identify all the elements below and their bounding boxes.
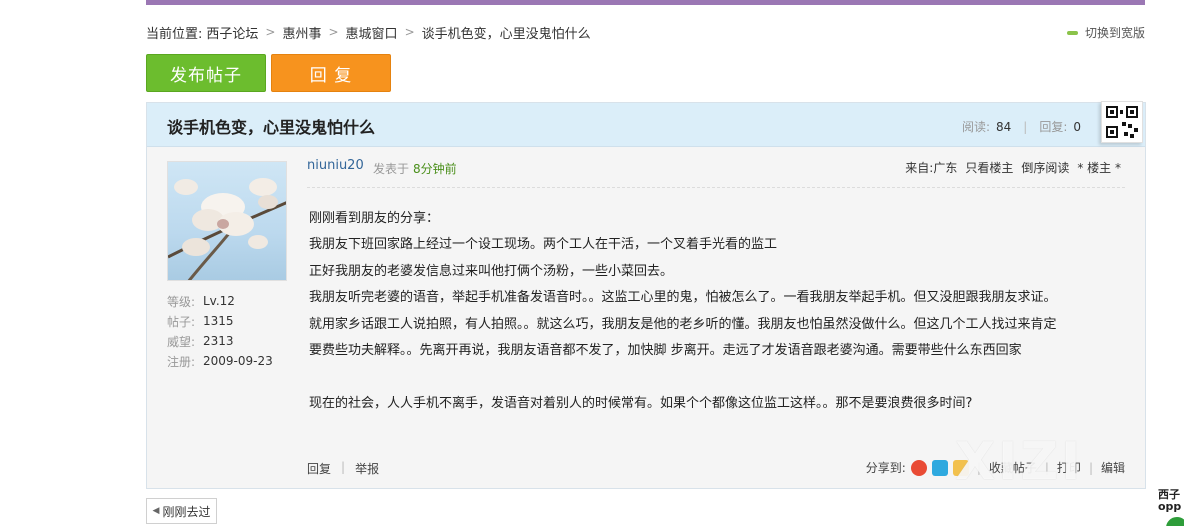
widen-icon [1066,30,1078,35]
post-line: 我朋友下班回家路上经过一个设工现场。两个工人在干活，一个叉着手光看的监工 [309,237,778,253]
level-value: Lv.12 [203,294,235,308]
post-line: 刚刚看到朋友的分享： [309,211,440,226]
recently-visited-label: 刚刚去过 [162,504,211,519]
breadcrumb: 当前位置: 西子论坛 > 惠州事 > 惠城窗口 > 谈手机色变，心里没鬼怕什么 [146,22,591,42]
breadcrumb-link-huizhou[interactable]: 惠州事 [282,23,321,42]
reply-button[interactable]: 回 复 [271,54,391,92]
post-line: 正好我朋友的老婆发信息过来叫他打俩个汤粉，一些小菜回去。 [309,263,674,279]
only-op-link[interactable]: 只看楼主 [965,159,1013,176]
thread-panel: 谈手机色变，心里没鬼怕什么 阅读: 84 | 回复: 0 等级: Lv.12 帖… [146,101,1146,489]
breadcrumb-current: 谈手机色变，心里没鬼怕什么 [421,26,591,42]
thread-header: 谈手机色变，心里没鬼怕什么 阅读: 84 | 回复: 0 [147,101,1145,147]
profile-row-prestige: 威望: 2313 [167,331,273,351]
breadcrumb-link-forum[interactable]: 西子论坛 [206,23,258,42]
new-post-button[interactable]: 发布帖子 [146,54,266,92]
posts-label: 帖子: [167,314,196,329]
profile-row-posts: 帖子: 1315 [167,311,273,331]
post-line: 要费些功夫解释。。先离开再说，我朋友语音都不发了，加快脚 步离开。走远了才发语音… [309,343,1022,359]
posted-time-value: 8分钟前 [413,162,457,176]
replies-label: 回复: [1039,120,1068,134]
top-accent-bar [146,0,1145,5]
post-line: 我朋友听完老婆的语音，举起手机准备发语音时。。这监工心里的鬼，怕被怎么了。一看我… [309,290,1057,306]
back-arrow-icon: ◀ [152,506,160,516]
prestige-label: 威望: [167,334,196,349]
action-divider: | [341,460,346,474]
prestige-value: 2313 [203,334,234,348]
site-watermark: XIZI [955,432,1084,492]
report-link[interactable]: 举报 [355,460,379,477]
post-options: 来自:广东 只看楼主 倒序阅读 * 楼主 * [897,159,1121,176]
thread-title: 谈手机色变，心里没鬼怕什么 [167,118,376,137]
qzone-icon[interactable] [931,459,948,476]
tool-divider: | [1088,460,1093,475]
posts-value: 1315 [203,314,234,328]
corner-logo-badge-icon [1164,515,1184,526]
post-closing-line: 现在的社会，人人手机不离手，发语音对着别人的时候常有。如果个个都像这位监工这样。… [309,396,973,412]
author-name[interactable]: niuniu20 [307,158,364,173]
breadcrumb-separator-icon: > [328,25,339,39]
corner-logo-line2: opp [1158,500,1182,513]
registered-label: 注册: [167,354,196,369]
post-meta: niuniu20 发表于 8分钟前 来自:广东 只看楼主 倒序阅读 * 楼主 * [307,158,1125,188]
profile-row-level: 等级: Lv.12 [167,291,273,311]
stats-divider: | [1023,119,1028,134]
post-actions: 回复 | 举报 [307,460,379,477]
post-origin: 来自:广东 [905,161,958,175]
views-label: 阅读: [961,120,990,134]
qr-code-icon[interactable] [1101,101,1143,143]
replies-count: 0 [1073,119,1081,134]
user-profile: 等级: Lv.12 帖子: 1315 威望: 2313 注册: 2009-09-… [167,291,273,371]
reply-link[interactable]: 回复 [307,460,331,477]
corner-ad-logo[interactable]: 西子 opp [1158,489,1184,526]
breadcrumb-prefix: 当前位置: [146,26,203,42]
floor-label: * 楼主 * [1077,161,1121,175]
reverse-order-link[interactable]: 倒序阅读 [1021,159,1069,176]
views-count: 84 [995,119,1012,134]
level-label: 等级: [167,294,196,309]
thread-stats: 阅读: 84 | 回复: 0 [962,118,1081,135]
breadcrumb-separator-icon: > [404,25,415,39]
post-line: 就用家乡话跟工人说拍照，有人拍照。。就这么巧，我朋友是他的老乡听的懂。我朋友也怕… [309,316,1057,332]
widen-layout-link[interactable]: 切换到宽版 [1066,24,1145,41]
breadcrumb-separator-icon: > [265,25,276,39]
avatar[interactable] [167,161,287,281]
posted-label: 发表于 [373,162,410,176]
weibo-icon[interactable] [910,459,927,476]
widen-label: 切换到宽版 [1084,26,1145,40]
registered-value: 2009-09-23 [203,354,273,368]
breadcrumb-link-window[interactable]: 惠城窗口 [346,23,398,42]
recently-visited-button[interactable]: ◀ 刚刚去过 [146,498,217,524]
edit-link[interactable]: 编辑 [1101,459,1125,476]
posted-time: 发表于 8分钟前 [373,160,457,177]
profile-row-registered: 注册: 2009-09-23 [167,351,273,371]
share-label: 分享到: [865,461,906,475]
post-content: 刚刚看到朋友的分享： 我朋友下班回家路上经过一个设工现场。两个工人在干活，一个叉… [309,206,1139,418]
